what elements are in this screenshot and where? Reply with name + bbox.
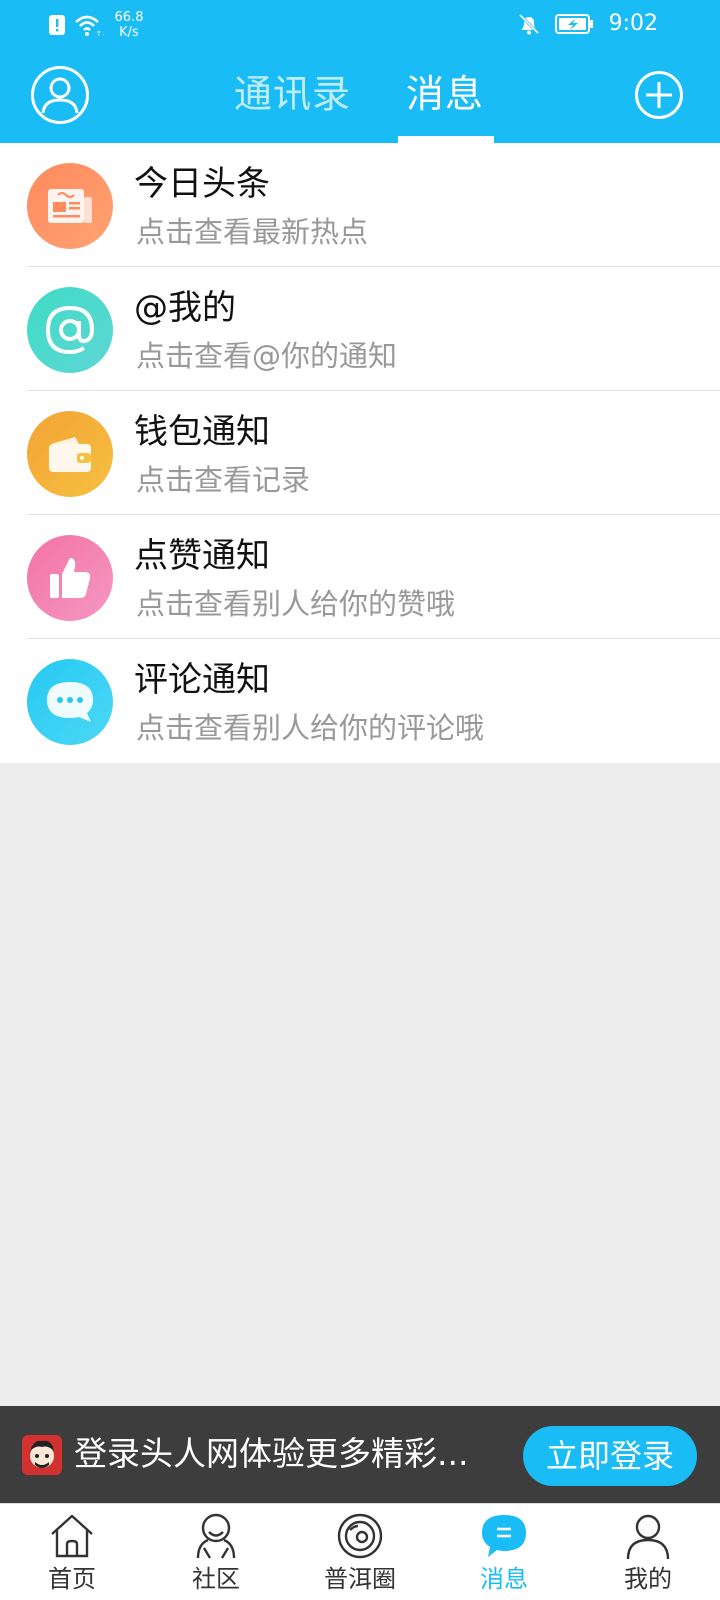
nav-item-profile[interactable]: 我的 [576,1504,720,1600]
status-left: ↑↓ 66.8 K/s [48,10,146,40]
tab-messages[interactable]: 消息 [406,72,484,116]
message-subtitle: 点击查看别人给你的赞哦 [136,587,456,621]
message-title: 点赞通知 [134,536,270,576]
message-subtitle: 点击查看最新热点 [136,215,369,249]
message-title: @我的 [134,288,236,328]
message-icon [482,1515,526,1557]
message-title: 评论通知 [134,660,270,700]
bottom-nav: 首页 社区 普洱圈 消息 我的 [0,1503,720,1600]
community-icon [196,1513,236,1559]
nav-item-community[interactable]: 社区 [144,1504,288,1600]
network-speed-unit: K/s [119,25,139,40]
clock: 9:02 [608,11,658,36]
wallet-icon [27,411,113,497]
wifi-icon: ↑↓ [75,15,104,37]
battery-charging-icon [554,14,593,34]
user-avatar-icon[interactable] [30,65,90,125]
nav-item-messages[interactable]: 消息 [432,1504,576,1600]
nav-label: 首页 [48,1565,96,1593]
nav-label: 消息 [480,1565,528,1593]
list-item-wallet[interactable]: 钱包通知 点击查看记录 [0,391,720,515]
nav-label: 我的 [624,1565,672,1593]
profile-icon [626,1514,670,1560]
app-header: 通讯录 消息 [0,50,720,143]
thumbs-up-icon [27,535,113,621]
login-button[interactable]: 立即登录 [523,1426,697,1486]
message-subtitle: 点击查看@你的通知 [136,339,398,373]
alert-icon [49,15,65,35]
message-subtitle: 点击查看记录 [136,463,311,497]
nav-item-puer-circle[interactable]: 普洱圈 [288,1504,432,1600]
nav-label: 普洱圈 [324,1565,396,1593]
svg-text:↑↓: ↑↓ [96,30,104,37]
status-right: 9:02 [517,11,658,37]
nav-label: 社区 [192,1565,240,1593]
message-subtitle: 点击查看别人给你的评论哦 [136,711,485,745]
nav-item-home[interactable]: 首页 [0,1504,144,1600]
message-title: 钱包通知 [134,412,270,452]
list-item-news[interactable]: 今日头条 点击查看最新热点 [0,143,720,267]
home-icon [51,1514,93,1558]
status-bar: ↑↓ 66.8 K/s 9:02 [0,0,720,50]
at-sign-icon [27,287,113,373]
message-title: 今日头条 [134,164,270,204]
active-tab-indicator [398,136,494,143]
message-list: 今日头条 点击查看最新热点 @我的 点击查看@你的通知 钱包通知 点击查看记录 [0,143,720,763]
tab-contacts[interactable]: 通讯录 [234,72,351,116]
comment-bubble-icon [27,659,113,745]
circle-icon [337,1513,383,1559]
newspaper-icon [27,163,113,249]
login-prompt-text: 登录头人网体验更多精彩... [74,1434,469,1473]
list-item-likes[interactable]: 点赞通知 点击查看别人给你的赞哦 [0,515,720,639]
plus-circle-icon[interactable] [634,70,684,120]
login-banner: 登录头人网体验更多精彩... 立即登录 [0,1406,720,1503]
network-speed-value: 66.8 [114,10,144,25]
bell-off-icon [518,13,539,35]
network-speed: 66.8 K/s [112,10,146,40]
list-item-mentions[interactable]: @我的 点击查看@你的通知 [0,267,720,391]
list-item-comments[interactable]: 评论通知 点击查看别人给你的评论哦 [0,639,720,763]
app-logo-icon [22,1435,62,1475]
